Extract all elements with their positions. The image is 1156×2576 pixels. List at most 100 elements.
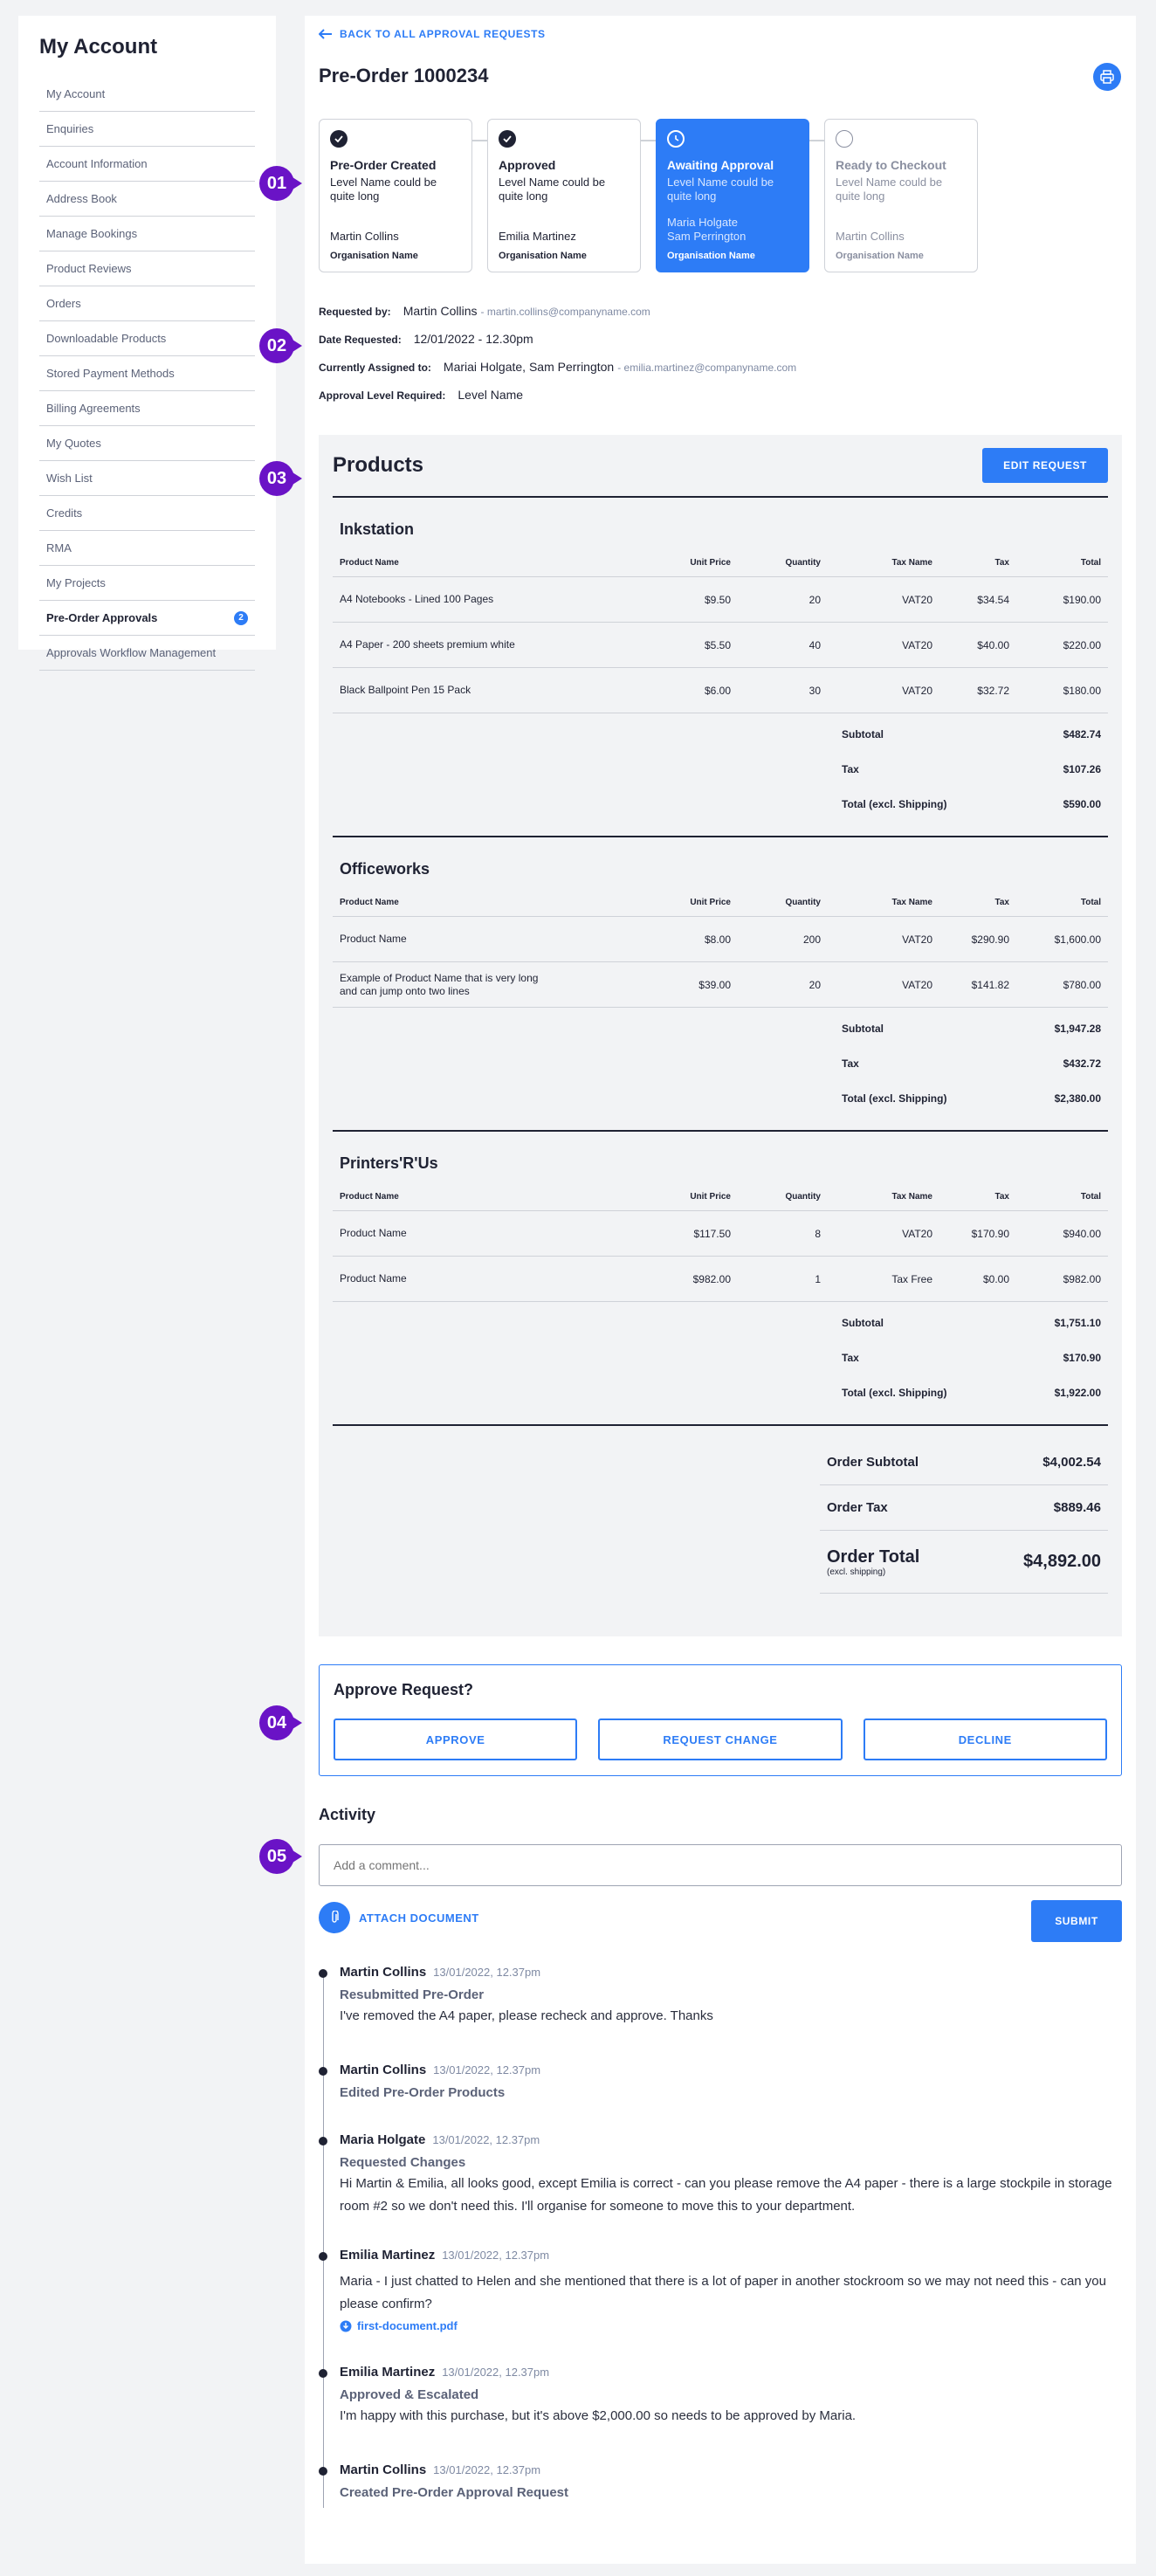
sidebar-item[interactable]: Product Reviews — [39, 251, 255, 286]
step-organisation: Organisation Name — [330, 251, 418, 261]
sidebar-item[interactable]: RMA — [39, 531, 255, 566]
supplier-total-label: Subtotal — [842, 1023, 884, 1035]
timeline-dot — [319, 2137, 327, 2146]
sidebar-item[interactable]: Orders — [39, 286, 255, 321]
table-cell: $220.00 — [1063, 638, 1101, 651]
column-header: Tax Name — [891, 558, 932, 568]
step-approvers: Emilia Martinez — [499, 230, 576, 243]
event-author-line: Emilia Martinez 13/01/2022, 12.37pm — [340, 2365, 549, 2380]
attach-document-label: ATTACH DOCUMENT — [359, 1911, 479, 1925]
sidebar-item[interactable]: Stored Payment Methods — [39, 356, 255, 391]
sidebar-item[interactable]: Downloadable Products — [39, 321, 255, 356]
supplier-section: Inkstation Product Name Unit Price Quantity… — [333, 498, 1108, 837]
submit-button[interactable]: SUBMIT — [1031, 1900, 1122, 1942]
timeline-dot — [319, 2467, 327, 2476]
event-timestamp: 13/01/2022, 12.37pm — [442, 2249, 550, 2262]
table-cell: $290.90 — [971, 933, 1009, 946]
supplier-list: Inkstation Product Name Unit Price Quantity… — [333, 498, 1108, 1426]
attach-document-button[interactable]: ATTACH DOCUMENT — [319, 1902, 479, 1933]
event-author-line: Emilia Martinez 13/01/2022, 12.37pm — [340, 2248, 549, 2263]
timeline-dot — [319, 2369, 327, 2378]
table-cell: Product Name — [340, 1272, 407, 1285]
supplier-total-row: Total (excl. Shipping) $2,380.00 — [835, 1081, 1108, 1116]
sidebar-item-label: Stored Payment Methods — [46, 367, 175, 380]
sidebar-item[interactable]: Account Information — [39, 147, 255, 182]
table-cell: VAT20 — [902, 684, 932, 697]
approval-step: Ready to Checkout Level Name could be qui… — [824, 119, 978, 272]
table-cell: $780.00 — [1063, 978, 1101, 991]
order-tax: Order Tax $889.46 — [820, 1485, 1108, 1531]
sidebar-item[interactable]: Approvals Workflow Management — [39, 636, 255, 671]
table-cell: 20 — [809, 593, 821, 606]
supplier-total-value: $590.00 — [1063, 798, 1101, 810]
column-header: Quantity — [785, 558, 821, 568]
approve-button[interactable]: APPROVE — [334, 1718, 578, 1760]
print-button[interactable] — [1093, 63, 1121, 91]
supplier-total-label: Tax — [842, 763, 859, 775]
back-link[interactable]: BACK TO ALL APPROVAL REQUESTS — [319, 28, 546, 40]
step-title: Awaiting Approval — [667, 158, 774, 172]
sidebar-item[interactable]: Credits — [39, 496, 255, 531]
paperclip-icon — [319, 1902, 350, 1933]
sidebar-item[interactable]: My Account — [39, 77, 255, 112]
order-tax-label: Order Tax — [827, 1500, 888, 1515]
supplier-total-value: $1,751.10 — [1054, 1317, 1101, 1329]
supplier-section: Printers'R'Us Product Name Unit Price Quant… — [333, 1132, 1108, 1426]
sidebar-item-label: My Projects — [46, 576, 106, 589]
table-header: Product Name Unit Price Quantity Tax Name Ta… — [333, 549, 1108, 577]
sidebar-item-label: Manage Bookings — [46, 227, 138, 240]
decline-button[interactable]: DECLINE — [863, 1718, 1107, 1760]
supplier-total-row: Tax $107.26 — [835, 752, 1108, 787]
approval-level: Approval Level Required: Level Name — [319, 388, 523, 402]
table-row: Product Name $982.00 1 Tax Free $0.00 $982.00 — [333, 1257, 1108, 1302]
approve-panel: Approve Request? APPROVE REQUEST CHANGE … — [319, 1664, 1122, 1776]
requested-by: Requested by: Martin Collins - martin.co… — [319, 304, 650, 318]
sidebar-item[interactable]: Address Book — [39, 182, 255, 217]
table-cell: $34.54 — [977, 593, 1009, 606]
supplier-name: Printers'R'Us — [340, 1154, 438, 1172]
column-header: Total — [1080, 898, 1101, 907]
table-row: Product Name $8.00 200 VAT20 $290.90 $1,600.0… — [333, 917, 1108, 962]
request-change-button[interactable]: REQUEST CHANGE — [598, 1718, 843, 1760]
sidebar-item[interactable]: Billing Agreements — [39, 391, 255, 426]
sidebar-item[interactable]: Manage Bookings — [39, 217, 255, 251]
column-header: Unit Price — [690, 1192, 731, 1202]
step-marker-02: 02 — [259, 328, 302, 363]
event-author-line: Martin Collins 13/01/2022, 12.37pm — [340, 1965, 540, 1980]
sidebar-item-label: RMA — [46, 541, 72, 554]
edit-request-button[interactable]: EDIT REQUEST — [982, 448, 1108, 483]
sidebar-item[interactable]: Pre-Order Approvals 2 — [39, 601, 255, 636]
requested-by-email: - martin.collins@companyname.com — [480, 306, 650, 318]
step-marker-05: 05 — [259, 1839, 302, 1874]
step-level: Level Name could be quite long — [836, 176, 943, 203]
attachment-link[interactable]: first-document.pdf — [340, 2319, 458, 2332]
comment-input[interactable] — [319, 1844, 1122, 1886]
sidebar-item[interactable]: Wish List — [39, 461, 255, 496]
sidebar-item[interactable]: Enquiries — [39, 112, 255, 147]
activity-title: Activity — [319, 1806, 376, 1823]
table-cell: $8.00 — [704, 933, 731, 946]
order-total-value: $4,892.00 — [1023, 1552, 1101, 1571]
table-cell: $170.90 — [971, 1227, 1009, 1240]
column-header: Quantity — [785, 898, 821, 907]
table-cell: $982.00 — [692, 1272, 731, 1285]
sidebar-item[interactable]: My Projects — [39, 566, 255, 601]
table-cell: $180.00 — [1063, 684, 1101, 697]
supplier-total-row: Tax $170.90 — [835, 1340, 1108, 1375]
timeline-dot — [319, 1969, 327, 1978]
table-cell: 30 — [809, 684, 821, 697]
table-cell: $40.00 — [977, 638, 1009, 651]
order-total-note: (excl. shipping) — [827, 1567, 886, 1577]
approve-title: Approve Request? — [334, 1681, 474, 1698]
sidebar-title: My Account — [39, 35, 158, 59]
event-action: Created Pre-Order Approval Request — [340, 2485, 569, 2500]
order-subtotal-value: $4,002.54 — [1042, 1455, 1101, 1470]
step-approvers: Maria Holgate Sam Perrington — [667, 216, 747, 243]
sidebar-item[interactable]: My Quotes — [39, 426, 255, 461]
sidebar-nav: My Account Enquiries Account Information Ad… — [39, 77, 255, 671]
assigned-label: Currently Assigned to: — [319, 362, 431, 374]
supplier-total-row: Total (excl. Shipping) $590.00 — [835, 787, 1108, 822]
download-icon — [340, 2320, 352, 2331]
step-title: Approved — [499, 158, 556, 172]
sidebar-item-label: Wish List — [46, 472, 93, 485]
